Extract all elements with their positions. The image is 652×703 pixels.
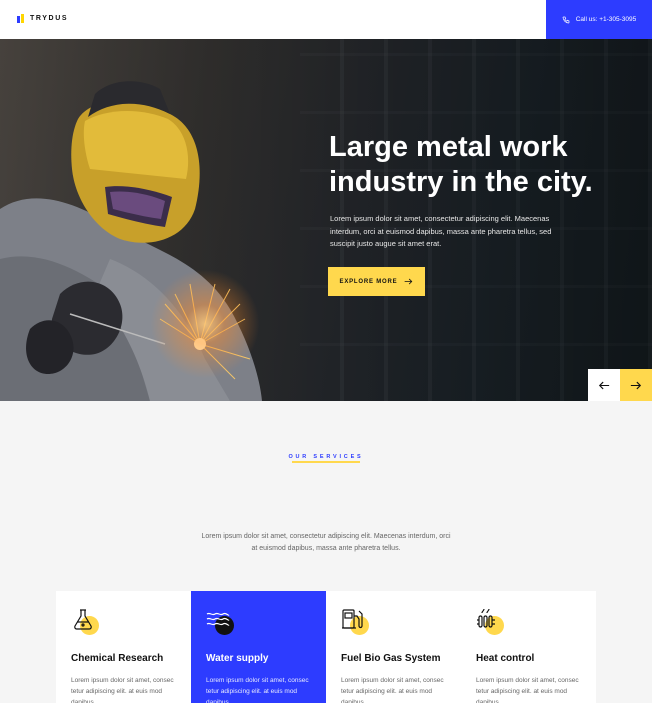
services-label-underline xyxy=(292,461,360,463)
services-cards: Chemical Research Lorem ipsum dolor sit … xyxy=(56,591,596,703)
water-waves-icon xyxy=(206,608,236,636)
call-us-label: Call us: +1-305-3095 xyxy=(575,16,637,23)
heater-icon xyxy=(476,608,506,636)
service-card-heat-control[interactable]: Heat control Lorem ipsum dolor sit amet,… xyxy=(461,591,596,703)
service-card-text: Lorem ipsum dolor sit amet, consec tetur… xyxy=(341,677,444,703)
service-card-title: Chemical Research xyxy=(71,653,164,664)
services-description: Lorem ipsum dolor sit amet, consectetur … xyxy=(201,533,451,552)
site-header: TRYDUS Call us: +1-305-3095 xyxy=(0,0,652,39)
service-card-text: Lorem ipsum dolor sit amet, consec tetur… xyxy=(206,677,309,703)
service-card-title: Water supply xyxy=(206,653,269,664)
logo[interactable]: TRYDUS xyxy=(17,14,68,23)
hero-description: Lorem ipsum dolor sit amet, consectetur … xyxy=(330,214,552,248)
arrow-right-icon xyxy=(630,381,642,389)
service-card-title: Fuel Bio Gas System xyxy=(341,653,441,664)
arrow-right-icon xyxy=(405,278,413,285)
fuel-pump-icon xyxy=(341,608,371,636)
logo-text: TRYDUS xyxy=(30,15,69,22)
call-us-button[interactable]: Call us: +1-305-3095 xyxy=(546,0,652,39)
service-card-text: Lorem ipsum dolor sit amet, consec tetur… xyxy=(476,677,579,703)
slider-next-button[interactable] xyxy=(620,369,652,401)
explore-more-button[interactable]: EXPLORE MORE xyxy=(328,267,425,296)
flask-icon xyxy=(71,608,101,636)
service-card-water-supply[interactable]: Water supply Lorem ipsum dolor sit amet,… xyxy=(191,591,326,703)
arrow-left-icon xyxy=(598,381,610,389)
phone-icon xyxy=(562,16,570,23)
logo-mark-icon xyxy=(17,14,26,23)
hero-title: Large metal work industry in the city. xyxy=(329,131,593,198)
sparks-glow xyxy=(150,269,260,379)
explore-more-label: EXPLORE MORE xyxy=(339,278,398,285)
service-card-chemical-research[interactable]: Chemical Research Lorem ipsum dolor sit … xyxy=(56,591,191,703)
service-card-text: Lorem ipsum dolor sit amet, consec tetur… xyxy=(71,677,174,703)
service-card-fuel-bio-gas[interactable]: Fuel Bio Gas System Lorem ipsum dolor si… xyxy=(326,591,461,703)
slider-prev-button[interactable] xyxy=(588,369,620,401)
services-label: OUR SERVICES xyxy=(288,454,364,460)
service-card-title: Heat control xyxy=(476,653,535,664)
